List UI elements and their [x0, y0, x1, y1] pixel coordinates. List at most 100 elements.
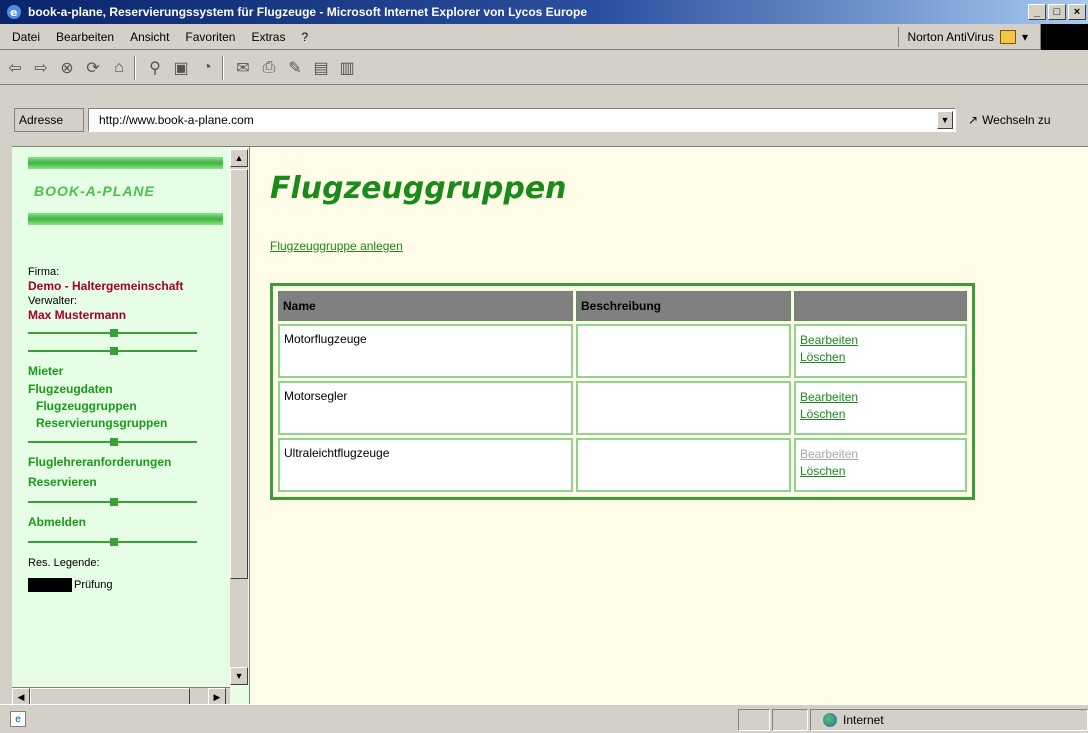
zone-label: Internet — [843, 713, 884, 727]
edit-icon[interactable]: ✎ — [284, 57, 306, 79]
cell-actions: Bearbeiten Löschen — [794, 438, 967, 492]
divider — [28, 343, 223, 359]
logo-bar-top — [28, 157, 223, 169]
sidebar-item-flugzeugdaten[interactable]: Flugzeugdaten — [28, 381, 223, 398]
norton-antivirus-button[interactable]: Norton AntiVirus ▾ — [898, 27, 1028, 47]
globe-icon — [823, 713, 837, 727]
sidebar-frame: BOOK-A-PLANE Firma: Demo - Haltergemeins… — [12, 147, 250, 705]
minimize-button[interactable]: _ — [1028, 4, 1046, 20]
scroll-down-icon[interactable]: ▼ — [230, 667, 248, 685]
firma-value: Demo - Haltergemeinschaft — [28, 279, 184, 293]
table-row: Motorsegler Bearbeiten Löschen — [278, 381, 967, 435]
go-button[interactable]: ↗ Wechseln zu — [968, 108, 1051, 132]
divider — [28, 434, 223, 450]
address-input[interactable]: http://www.book-a-plane.com ▼ — [88, 108, 956, 132]
status-cell — [738, 709, 770, 731]
cell-name: Ultraleichtflugzeuge — [278, 438, 573, 492]
scroll-thumb[interactable] — [230, 169, 248, 579]
sidebar-vertical-scrollbar[interactable]: ▲ ▼ — [230, 149, 248, 685]
mail-icon[interactable]: ✉ — [232, 57, 254, 79]
menu-help[interactable]: ? — [301, 30, 308, 44]
sidebar-item-abmelden[interactable]: Abmelden — [28, 512, 223, 532]
address-label: Adresse — [14, 108, 84, 132]
svg-text:e: e — [10, 6, 17, 19]
browser-window: e book-a-plane, Reservierungssystem für … — [0, 0, 1088, 733]
sidebar-item-mieter[interactable]: Mieter — [28, 361, 223, 381]
main-frame: Flugzeuggruppen Flugzeuggruppe anlegen N… — [268, 147, 1088, 705]
status-bar: e Internet — [0, 704, 1088, 733]
norton-label: Norton AntiVirus — [907, 30, 994, 44]
firma-label: Firma: — [28, 266, 60, 278]
cell-beschreibung — [576, 324, 791, 378]
sidebar-item-reservieren[interactable]: Reservieren — [28, 472, 223, 492]
menu-favoriten[interactable]: Favoriten — [185, 30, 235, 44]
go-arrow-icon: ↗ — [968, 113, 979, 127]
table-row: Ultraleichtflugzeuge Bearbeiten Löschen — [278, 438, 967, 492]
print-icon[interactable]: ⎙ — [258, 57, 280, 79]
ie-logo-icon: e — [7, 5, 21, 19]
menu-bearbeiten[interactable]: Bearbeiten — [56, 30, 114, 44]
stop-icon[interactable]: ⊗ — [56, 57, 78, 79]
column-header-actions — [794, 291, 967, 321]
maximize-button[interactable]: □ — [1048, 4, 1066, 20]
cell-actions: Bearbeiten Löschen — [794, 324, 967, 378]
menu-extras[interactable]: Extras — [251, 30, 285, 44]
search-icon[interactable]: ⚲ — [144, 57, 166, 79]
toolbar: ⇦ ⇨ ⊗ ⟳ ⌂ ⚲ ▣ ◔ ✉ ⎙ ✎ ▤ ▥ — [0, 51, 1088, 85]
delete-link[interactable]: Löschen — [800, 463, 961, 480]
discuss-icon[interactable]: ▤ — [310, 57, 332, 79]
verwalter-label: Verwalter: — [28, 295, 77, 307]
scroll-up-icon[interactable]: ▲ — [230, 149, 248, 167]
menu-datei[interactable]: Datei — [12, 30, 40, 44]
cell-name: Motorsegler — [278, 381, 573, 435]
column-header-beschreibung: Beschreibung — [576, 291, 791, 321]
legend-swatch — [28, 578, 72, 592]
address-url: http://www.book-a-plane.com — [99, 113, 254, 127]
legend-item-label: Prüfung — [74, 579, 113, 591]
windows-logo — [1040, 24, 1088, 50]
forward-icon[interactable]: ⇨ — [30, 57, 52, 79]
go-label: Wechseln zu — [982, 113, 1051, 127]
column-header-name: Name — [278, 291, 573, 321]
menu-bar: Datei Bearbeiten Ansicht Favoriten Extra… — [0, 24, 1088, 50]
legend-item: Prüfung — [28, 578, 223, 592]
favorites-icon[interactable]: ▣ — [170, 57, 192, 79]
legend-label: Res. Legende: — [28, 557, 100, 569]
delete-link[interactable]: Löschen — [800, 406, 961, 423]
cell-beschreibung — [576, 438, 791, 492]
cell-name: Motorflugzeuge — [278, 324, 573, 378]
scroll-left-icon[interactable]: ◀ — [12, 688, 30, 705]
page-status-icon: e — [10, 711, 26, 727]
edit-link[interactable]: Bearbeiten — [800, 332, 961, 349]
back-icon[interactable]: ⇦ — [4, 57, 26, 79]
divider — [28, 534, 223, 550]
address-bar: Adresse http://www.book-a-plane.com ▼ ↗ … — [0, 86, 1088, 146]
scroll-right-icon[interactable]: ▶ — [208, 688, 226, 705]
delete-link[interactable]: Löschen — [800, 349, 961, 366]
norton-icon — [999, 30, 1016, 44]
chevron-down-icon: ▾ — [1021, 30, 1028, 44]
refresh-icon[interactable]: ⟳ — [82, 57, 104, 79]
divider — [28, 494, 223, 510]
address-dropdown-icon[interactable]: ▼ — [937, 111, 953, 129]
logo-bar-bottom — [28, 213, 223, 225]
edit-link-disabled: Bearbeiten — [800, 447, 859, 461]
history-icon[interactable]: ◔ — [196, 57, 218, 79]
sidebar-item-fluglehrer[interactable]: Fluglehreranforderungen — [28, 452, 223, 472]
sidebar-item-reservierungsgruppen[interactable]: Reservierungsgruppen — [28, 415, 223, 432]
home-icon[interactable]: ⌂ — [108, 57, 130, 79]
logo: BOOK-A-PLANE — [34, 183, 155, 199]
menu-ansicht[interactable]: Ansicht — [130, 30, 169, 44]
toolbar-separator — [134, 55, 136, 80]
close-button[interactable]: × — [1068, 4, 1086, 20]
title-bar: e book-a-plane, Reservierungssystem für … — [0, 0, 1088, 24]
hscroll-thumb[interactable] — [30, 688, 190, 705]
page-title: Flugzeuggruppen — [270, 171, 567, 206]
edit-link[interactable]: Bearbeiten — [800, 389, 961, 406]
toolbar-separator — [222, 55, 224, 80]
groups-table: Name Beschreibung Motorflugzeuge Bearbei… — [270, 283, 975, 500]
sidebar-horizontal-scrollbar[interactable]: ◀ ▶ — [12, 687, 230, 705]
sidebar-item-flugzeuggruppen[interactable]: Flugzeuggruppen — [28, 398, 223, 415]
messenger-icon[interactable]: ▥ — [336, 57, 358, 79]
create-group-link[interactable]: Flugzeuggruppe anlegen — [270, 239, 403, 253]
